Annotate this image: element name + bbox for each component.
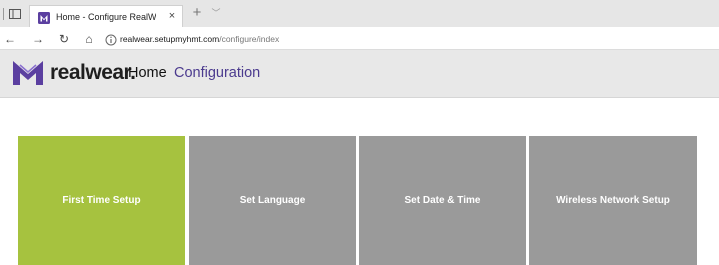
- previous-tab-edge[interactable]: [0, 8, 4, 20]
- tabs-aside-icon[interactable]: [9, 9, 21, 19]
- back-icon[interactable]: ←: [2, 31, 18, 47]
- url-host: realwear.setupmyhmt.com: [120, 34, 220, 44]
- tile-label: Set Date & Time: [404, 195, 481, 206]
- close-tab-icon[interactable]: ×: [165, 9, 179, 23]
- wireless-network-setup-tile[interactable]: Wireless Network Setup: [529, 136, 697, 265]
- chevron-down-icon[interactable]: ﹀: [210, 7, 222, 19]
- browser-nav-bar: ← → ↻ ⌂ realwear.setupmyhmt.com/configur…: [0, 27, 719, 50]
- active-tab[interactable]: Home - Configure RealW ×: [29, 5, 183, 27]
- reload-icon[interactable]: ↻: [56, 31, 72, 47]
- browser-tab-strip: Home - Configure RealW × + ﹀: [0, 0, 719, 27]
- nav-configuration-link[interactable]: Configuration: [174, 64, 260, 82]
- tile-label: Set Language: [239, 195, 306, 206]
- site-header: realwear. Home Configuration: [0, 50, 719, 98]
- set-date-time-tile[interactable]: Set Date & Time: [359, 136, 526, 265]
- address-bar[interactable]: realwear.setupmyhmt.com/configure/index: [101, 30, 719, 48]
- set-language-tile[interactable]: Set Language: [189, 136, 356, 265]
- info-icon[interactable]: [105, 33, 117, 46]
- tab-title: Home - Configure RealW: [56, 12, 156, 22]
- logo-text[interactable]: realwear.: [50, 61, 136, 85]
- realwear-favicon-icon: [38, 11, 50, 24]
- tile-label: First Time Setup: [62, 195, 141, 206]
- tile-label: Wireless Network Setup: [556, 195, 670, 206]
- home-icon[interactable]: ⌂: [81, 31, 97, 47]
- url-path: /configure/index: [219, 34, 280, 44]
- url-text[interactable]: realwear.setupmyhmt.com/configure/index: [120, 32, 279, 46]
- new-tab-icon[interactable]: +: [190, 5, 204, 20]
- forward-icon[interactable]: →: [30, 31, 46, 47]
- nav-home-link[interactable]: Home: [128, 64, 167, 82]
- first-time-setup-tile[interactable]: First Time Setup: [18, 136, 185, 265]
- realwear-logo-icon[interactable]: [12, 60, 44, 86]
